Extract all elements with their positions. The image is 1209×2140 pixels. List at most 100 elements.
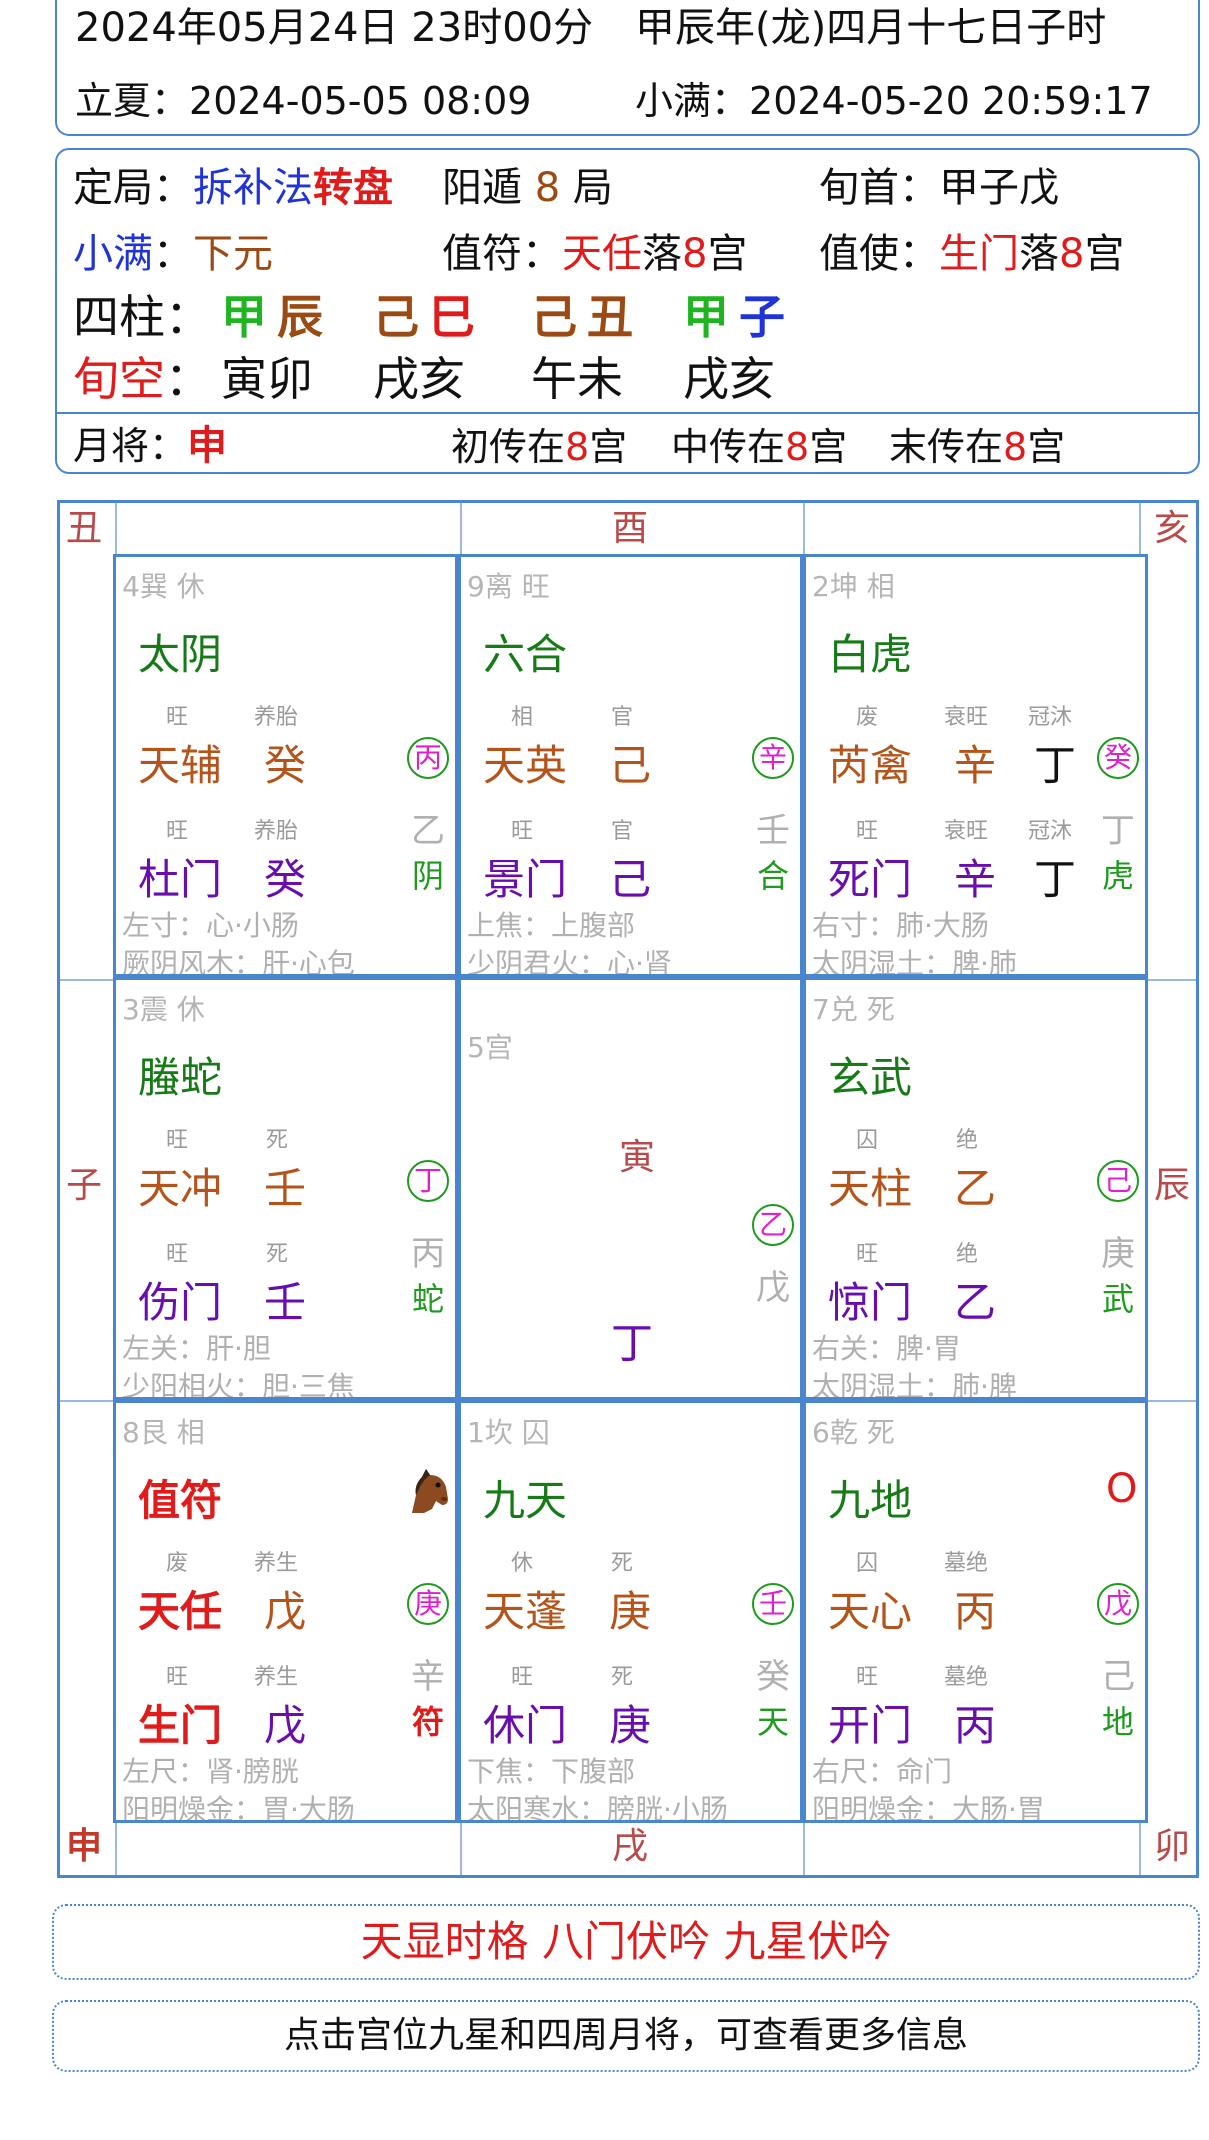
lunar-datetime: 甲辰年(龙)四月十七日子时 [635, 5, 1107, 51]
door-stage: 死 [266, 1242, 289, 1267]
eight-god: 九天 [483, 1476, 568, 1525]
palace-7-dui[interactable]: 7兑 死 玄武 囚 绝 天柱 乙 己 庚 旺 绝 惊门 乙 武 右关：脾·胃 太… [803, 977, 1148, 1400]
nine-star[interactable]: 天冲 [138, 1155, 222, 1216]
eight-door: 惊门 [828, 1278, 913, 1327]
branch-mid-left[interactable]: 子 [66, 1168, 102, 1204]
branch-top-center[interactable]: 酉 [612, 511, 648, 547]
meridian-note: 阳明燥金：胃·大肠 [122, 1793, 355, 1823]
hidden-stem-circle: 己 [1097, 1160, 1139, 1202]
star-stage: 养生 [254, 1551, 299, 1576]
god-abbr: 天 [757, 1703, 790, 1741]
heaven-stem: 壬 [264, 1164, 307, 1213]
star-state: 相 [511, 705, 534, 730]
meridian-note: 太阴湿土：脾·肺 [812, 947, 1017, 977]
hidden-stem-circle: 壬 [752, 1583, 794, 1625]
xunkong-label: 旬空： [73, 352, 211, 406]
door-stem: 己 [609, 855, 652, 904]
door-stem: 乙 [954, 1278, 997, 1327]
star-stage: 衰旺 [944, 705, 989, 730]
palace-5-center[interactable]: 5宫 寅 乙 戊 丁 [458, 977, 803, 1400]
heaven-stem: 乙 [954, 1164, 997, 1213]
branch-top-left[interactable]: 丑 [66, 511, 102, 547]
eight-god: 六合 [483, 630, 568, 679]
nine-star[interactable]: 天辅 [138, 732, 222, 793]
sizhu-label: 四柱： [73, 290, 211, 344]
door-stage: 养胎 [254, 819, 299, 844]
branch-bottom-left[interactable]: 申 [66, 1829, 102, 1865]
nine-star[interactable]: 天柱 [828, 1155, 912, 1216]
palace-1-kan[interactable]: 1坎 囚 九天 休 死 天蓬 庚 壬 癸 旺 死 休门 庚 天 下焦：下腹部 太… [458, 1400, 803, 1823]
earth-stem: 庚 [1101, 1234, 1135, 1274]
nine-star[interactable]: 天心 [828, 1578, 912, 1639]
palace-head: 1坎 囚 [467, 1416, 550, 1449]
meridian-note: 少阴君火：心·肾 [467, 947, 672, 977]
eight-god: 玄武 [828, 1053, 913, 1102]
palace-8-gen[interactable]: 8艮 相 值符 废 养生 天任 戊 庚 辛 旺 养生 生门 戊 符 左尺：肾·膀… [113, 1400, 458, 1823]
eight-door: 死门 [828, 855, 913, 904]
yuan: 小满：下元 [73, 231, 273, 277]
god-abbr: 蛇 [412, 1280, 445, 1318]
zhishi: 值使：生门落8宫 [819, 231, 1125, 277]
center-stem: 丁 [611, 1319, 654, 1368]
palace-6-qian[interactable]: 6乾 死 九地 O 囚 墓绝 天心 丙 戊 己 旺 墓绝 开门 丙 地 右尺：命… [803, 1400, 1148, 1823]
palace-head: 7兑 死 [812, 993, 895, 1026]
palace-head: 8艮 相 [122, 1416, 205, 1449]
xunkong-year: 寅卯 [221, 352, 313, 406]
palace-head: 5宫 [467, 1031, 513, 1064]
star-stage: 养胎 [254, 705, 299, 730]
branch-mid-right[interactable]: 辰 [1154, 1168, 1190, 1204]
star-stage: 死 [611, 1551, 634, 1576]
eight-god: 白虎 [828, 630, 913, 679]
hidden-stem-circle: 癸 [1097, 737, 1139, 779]
xunkong-day: 午未 [531, 352, 623, 406]
heaven-stem: 辛 [954, 741, 997, 790]
nine-star[interactable]: 天蓬 [483, 1578, 567, 1639]
palace-3-zhen[interactable]: 3震 休 螣蛇 旺 死 天冲 壬 丁 丙 旺 死 伤门 壬 蛇 左关：肝·胆 少… [113, 977, 458, 1400]
pulse-note: 左尺：肾·膀胱 [122, 1755, 299, 1788]
pillar-hour-branch: 子 [739, 290, 785, 344]
branch-bottom-right[interactable]: 卯 [1154, 1829, 1190, 1865]
nine-star[interactable]: 芮禽 [828, 732, 912, 793]
pattern-box: 天显时格 八门伏吟 九星伏吟 [52, 1904, 1200, 1980]
ju-info-panel: 定局：拆补法转盘 阳遁 8 局 旬首：甲子戊 小满：下元 值符：天任落8宫 值使… [55, 148, 1200, 474]
door-stage: 官 [611, 819, 634, 844]
earth-stem: 丁 [1101, 811, 1135, 851]
nine-star[interactable]: 天任 [138, 1578, 222, 1639]
branch-top-right[interactable]: 亥 [1154, 511, 1190, 547]
palace-4-xun[interactable]: 4巽 休 太阴 旺 养胎 天辅 癸 丙 乙 旺 养胎 杜门 癸 阴 左寸：心·小… [113, 554, 458, 977]
pulse-note: 下焦：下腹部 [467, 1755, 636, 1788]
eight-god: 太阴 [138, 630, 223, 679]
palace-head: 2坤 相 [812, 570, 895, 603]
chuchuan: 初传在8宫 [451, 425, 628, 469]
nine-star[interactable]: 天英 [483, 732, 567, 793]
earth-stem: 乙 [411, 811, 445, 851]
pillar-day-branch: 丑 [587, 290, 633, 344]
horse-icon [412, 1469, 448, 1513]
pulse-note: 右尺：命门 [812, 1755, 953, 1788]
door-state: 旺 [856, 1665, 879, 1690]
star-state: 废 [166, 1551, 189, 1576]
eight-god: 值符 [138, 1476, 223, 1525]
door-stem: 戊 [264, 1701, 307, 1750]
heaven-stem: 庚 [609, 1587, 652, 1636]
star-stage: 官 [611, 705, 634, 730]
branch-bottom-center[interactable]: 戌 [612, 1829, 648, 1865]
palace-head: 6乾 死 [812, 1416, 895, 1449]
star-stage: 绝 [956, 1128, 979, 1153]
door-stage-2: 冠沐 [1028, 819, 1073, 844]
eight-door: 开门 [828, 1701, 913, 1750]
yuejiang[interactable]: 月将：申 [73, 426, 227, 466]
god-abbr: 地 [1102, 1703, 1135, 1741]
star-state: 废 [856, 705, 879, 730]
hidden-stem-circle: 戊 [1097, 1583, 1139, 1625]
eight-door: 生门 [138, 1701, 223, 1750]
palace-head: 9离 旺 [467, 570, 550, 603]
eight-door: 景门 [483, 855, 568, 904]
palace-2-kun[interactable]: 2坤 相 白虎 废 衰旺 冠沐 芮禽 辛 丁 癸 丁 旺 衰旺 冠沐 死门 辛 … [803, 554, 1148, 977]
pulse-note: 左关：肝·胆 [122, 1332, 271, 1365]
palace-9-li[interactable]: 9离 旺 六合 相 官 天英 己 辛 壬 旺 官 景门 己 合 上焦：上腹部 少… [458, 554, 803, 977]
star-state: 休 [511, 1551, 534, 1576]
pillar-year-branch: 辰 [277, 290, 323, 344]
center-branch: 寅 [619, 1137, 656, 1178]
hidden-stem-circle: 乙 [752, 1204, 794, 1246]
